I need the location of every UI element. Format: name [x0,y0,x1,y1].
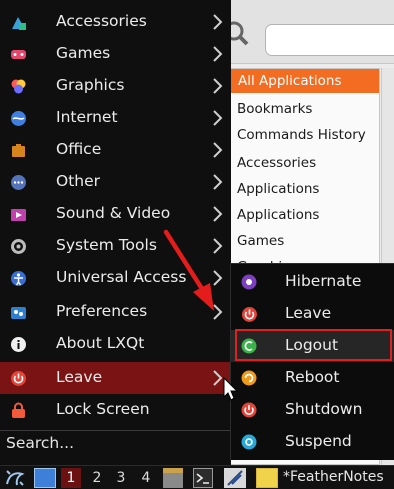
submenu-item-label: Shutdown [285,400,363,418]
chevron-right-icon [213,78,223,94]
show-desktop-icon[interactable] [34,468,56,488]
submenu-item-suspend[interactable]: Suspend [231,426,394,458]
internet-icon [11,111,26,126]
chevron-right-icon [213,142,223,158]
menu-item-label: About LXQt [56,334,145,352]
chevron-right-icon [213,370,223,386]
chevron-right-icon [213,110,223,126]
menu-item-sound-video[interactable]: Sound & Video [0,198,231,230]
menu-item-label: Preferences [56,302,148,320]
category-list-item[interactable]: Games [237,233,284,249]
menu-item-label: Graphics [56,76,125,94]
menu-item-other[interactable]: Other [0,166,231,198]
menu-item-universal-access[interactable]: Universal Access [0,262,231,294]
category-list-item[interactable]: All Applications [229,69,379,93]
submenu-item-leave[interactable]: Leave [231,298,394,330]
taskbar: 1234 *FeatherNotes [0,465,394,489]
sound-video-icon [11,209,26,221]
submenu-item-reboot[interactable]: Reboot [231,362,394,394]
feathernotes-task-label[interactable]: *FeatherNotes [283,469,384,485]
universal-access-icon [11,271,26,286]
menu-item-accessories[interactable]: Accessories [0,6,231,38]
reboot-icon [241,370,257,386]
category-list-item[interactable]: Applications [237,207,319,223]
lxqt-menu-icon[interactable] [4,468,26,488]
preferences-icon [11,307,26,319]
application-menu: Accessories Games Graphics Internet Office Ot… [0,0,231,465]
chevron-right-icon [213,270,223,286]
category-list-item[interactable]: Applications [237,181,319,197]
chevron-right-icon [213,238,223,254]
menu-item-about-lxqt[interactable]: About LXQt [0,328,231,360]
chevron-right-icon [213,206,223,222]
hibernate-icon [241,274,257,290]
power-icon [242,307,257,322]
menu-item-label: Other [56,172,101,190]
chevron-right-icon [213,46,223,62]
menu-item-graphics[interactable]: Graphics [0,70,231,102]
menu-item-label: Accessories [56,12,147,30]
games-icon [11,50,26,59]
menu-item-label: Games [56,44,111,62]
menu-item-lock-screen[interactable]: Lock Screen [0,394,231,426]
logout-highlight-box [235,329,392,361]
file-manager-icon[interactable] [163,468,183,488]
menu-item-label: Universal Access [56,268,187,286]
desktop-switch-4[interactable]: 4 [136,468,156,488]
chevron-right-icon [213,174,223,190]
submenu-item-label: Reboot [285,368,340,386]
menu-item-label: System Tools [56,236,157,254]
menu-item-label: Leave [56,368,103,386]
graphics-icon [11,79,26,94]
submenu-item-hibernate[interactable]: Hibernate [231,266,394,298]
menu-item-label: Office [56,140,102,158]
feathernotes-window-icon [256,468,278,488]
chevron-right-icon [213,14,223,30]
category-list-item[interactable]: Accessories [237,155,316,171]
chevron-right-icon [213,304,223,320]
lock-icon [12,402,25,418]
info-icon [11,337,26,352]
office-icon [12,144,25,157]
power-icon [11,371,26,386]
menu-item-preferences[interactable]: Preferences [0,296,231,328]
shutdown-icon [241,402,257,418]
other-icon [11,175,26,190]
submenu-item-shutdown[interactable]: Shutdown [231,394,394,426]
menu-item-office[interactable]: Office [0,134,231,166]
menu-item-leave[interactable]: Leave [0,362,231,394]
accessories-icon [12,17,26,30]
menu-item-system-tools[interactable]: System Tools [0,230,231,262]
submenu-item-label: Hibernate [285,272,362,290]
submenu-item-label: Suspend [285,432,352,450]
desktop-switch-2[interactable]: 2 [87,468,107,488]
menu-item-internet[interactable]: Internet [0,102,231,134]
background-search-input[interactable] [265,24,394,56]
desktop-switch-1[interactable]: 1 [61,468,81,488]
category-list-item[interactable]: Commands History [237,127,366,143]
background-toolbar [205,0,394,64]
feathernotes-launcher-icon[interactable] [224,468,246,488]
menu-item-label: Lock Screen [56,400,150,418]
menu-search-field[interactable]: Search... [0,430,231,456]
submenu-item-label: Leave [285,304,332,322]
system-tools-icon [11,239,26,254]
menu-item-label: Internet [56,108,118,126]
menu-item-games[interactable]: Games [0,38,231,70]
desktop-switch-3[interactable]: 3 [111,468,131,488]
suspend-icon [241,434,257,450]
search-placeholder: Search... [6,434,75,452]
menu-item-label: Sound & Video [56,204,171,222]
leave-submenu: Hibernate Leave Logout Reboot Shutdown Suspen… [230,263,394,460]
terminal-icon[interactable] [193,468,213,488]
category-list-item[interactable]: Bookmarks [237,101,312,117]
